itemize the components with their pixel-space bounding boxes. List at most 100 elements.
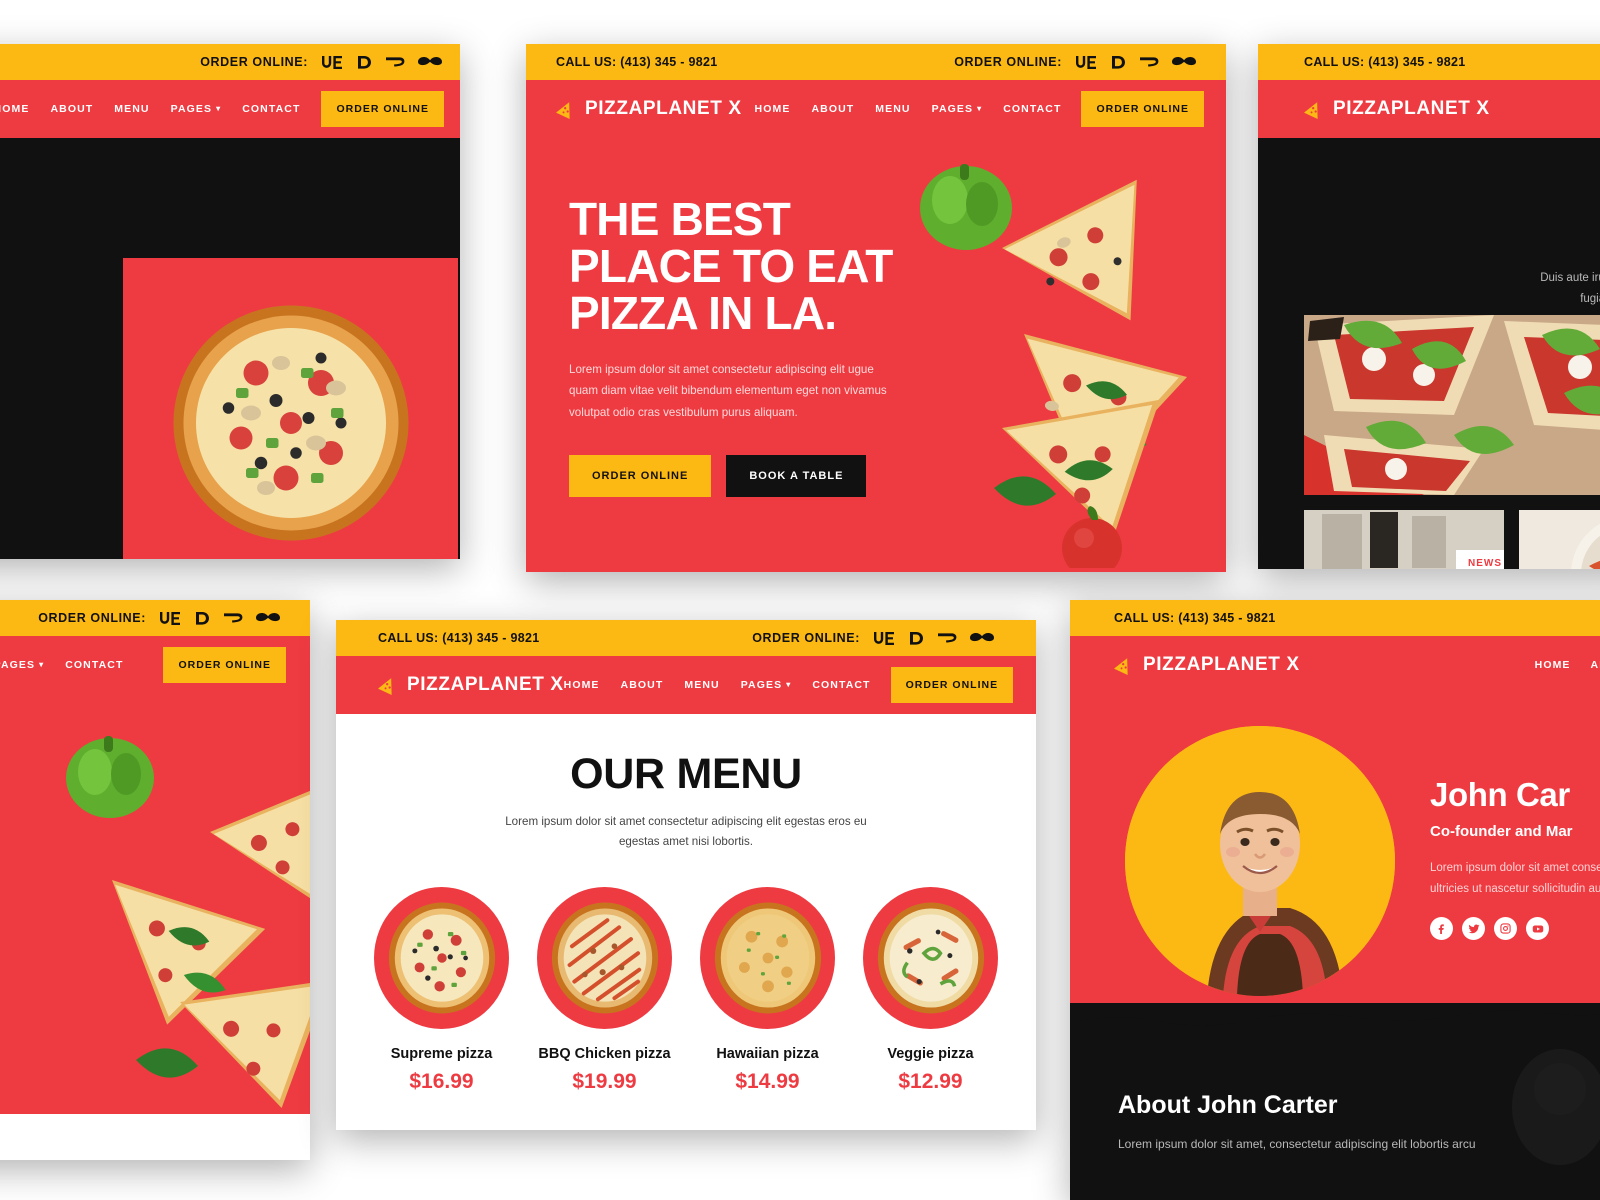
nav-item-about[interactable]: ABOUT <box>811 103 854 115</box>
team-member-name: John Car <box>1430 776 1570 813</box>
facebook-icon[interactable] <box>1430 917 1453 941</box>
instagram-icon[interactable] <box>1494 917 1517 941</box>
doordash-icon[interactable] <box>357 55 372 70</box>
history-heading: ORY ED 1984 <box>0 814 134 966</box>
top-utility-bar: CALL US: (413) 345 - 9821 ORDER ONLINE: <box>1070 600 1600 636</box>
nav-item-home[interactable]: HOME <box>564 679 600 691</box>
product-old-price: 9 USD <box>0 423 58 443</box>
product-image-frame <box>123 258 458 559</box>
nav-item-pages-label: PAGES <box>170 103 213 115</box>
order-online-group: ORDER ONLINE: <box>752 631 994 646</box>
nav-item-contact[interactable]: CONTACT <box>1003 103 1061 115</box>
hero-order-online-button[interactable]: ORDER ONLINE <box>569 455 712 498</box>
doordash-icon[interactable] <box>195 611 210 626</box>
decorative-chef-silhouette <box>1512 1049 1600 1165</box>
nav-item-home[interactable]: HOME <box>1535 659 1571 671</box>
main-navbar: ABOUT MENU PAGES▾ CONTACT ORDER ONLINE <box>0 636 310 694</box>
history-heading-line-3: 1984 <box>0 916 134 967</box>
blog-card-news[interactable]: PIZZA NEWS <box>1304 510 1504 569</box>
grubhub-icon[interactable] <box>970 632 994 644</box>
doordash-icon[interactable] <box>909 631 924 646</box>
nav-item-pages[interactable]: PAGES▾ <box>932 103 983 115</box>
order-online-button[interactable]: ORDER ONLINE <box>321 91 444 127</box>
nav-item-home[interactable]: HOME <box>0 103 29 115</box>
brand-logo[interactable]: PIZZAPLANET X <box>378 674 564 696</box>
basil-leaf <box>994 476 1056 506</box>
menu-item-price: $16.99 <box>409 1069 474 1093</box>
nav-right-group: HOME ABOUT MENU PAGES ▾ CONTACT ORDER ONL… <box>564 667 1014 703</box>
postmates-icon[interactable] <box>223 612 243 624</box>
postmates-icon[interactable] <box>1139 56 1159 68</box>
nav-item-pages[interactable]: PAGES▾ <box>171 103 222 115</box>
menu-item-name: BBQ Chicken pizza <box>538 1045 671 1062</box>
nav-item-menu[interactable]: MENU <box>875 103 910 115</box>
blog-subtitle-line-2: fugiat nulla <box>1580 292 1600 305</box>
twitter-icon[interactable] <box>1462 917 1485 941</box>
nav-item-contact[interactable]: CONTACT <box>242 103 300 115</box>
menu-item-image <box>700 886 835 1029</box>
menu-item-name: Hawaiian pizza <box>716 1045 819 1062</box>
grubhub-icon[interactable] <box>418 56 442 68</box>
nav-item-about[interactable]: ABOUT <box>50 103 93 115</box>
nav-links: HOME ABOUT MENU PAGES▾ CONTACT <box>755 103 1062 115</box>
postmates-icon[interactable] <box>385 56 405 68</box>
nav-item-contact[interactable]: CONTACT <box>65 659 123 671</box>
menu-item[interactable]: BBQ Chicken pizza $19.99 <box>537 886 672 1094</box>
panel-product-page: ORDER ONLINE: HOME ABOUT MENU PAGES▾ CON… <box>0 44 460 559</box>
menu-item[interactable]: Hawaiian pizza $14.99 <box>700 886 835 1094</box>
about-description: Lorem ipsum dolor sit amet, consectetur … <box>1118 1137 1476 1151</box>
doordash-icon[interactable] <box>1111 55 1126 70</box>
top-utility-bar: ORDER ONLINE: <box>0 600 310 636</box>
supreme-pizza-photo <box>173 305 408 541</box>
panel-blog-page: CALL US: (413) 345 - 9821 PIZZAPLANET X … <box>1258 44 1600 569</box>
grubhub-icon[interactable] <box>256 612 280 624</box>
call-us-label[interactable]: CALL US: (413) 345 - 9821 <box>556 55 718 69</box>
menu-item[interactable]: Supreme pizza $16.99 <box>374 886 509 1094</box>
nav-item-contact[interactable]: CONTACT <box>812 679 870 691</box>
uber-eats-icon[interactable] <box>873 631 896 645</box>
brand-logo[interactable]: PIZZAPLANET X <box>1114 654 1300 676</box>
team-member-role: Co-founder and Mar <box>1430 823 1573 840</box>
brand-logo[interactable]: PIZZAPLANET X <box>556 98 742 120</box>
nav-item-menu[interactable]: MENU <box>684 679 719 691</box>
team-member-info: John Car Co-founder and Mar Lorem ipsum … <box>1430 776 1600 941</box>
blog-card-secondary[interactable] <box>1519 510 1600 569</box>
nav-item-menu[interactable]: MENU <box>114 103 149 115</box>
main-navbar: PIZZAPLANET X HOME ABOUT MENU PAGES ▾ CON… <box>526 80 1226 138</box>
youtube-icon[interactable] <box>1526 917 1549 941</box>
hero-paragraph: Lorem ipsum dolor sit amet consectetur a… <box>569 362 887 419</box>
menu-item-image <box>537 886 672 1029</box>
history-desc-line-2: amus volutpat odio cras <box>0 1009 134 1030</box>
nav-item-pages-label: PAGES <box>740 679 783 691</box>
delivery-services <box>321 55 442 70</box>
order-online-button[interactable]: ORDER ONLINE <box>890 667 1014 703</box>
team-member-description: Lorem ipsum dolor sit amet conse volutpa… <box>1430 862 1600 895</box>
uber-eats-icon[interactable] <box>159 611 182 625</box>
nav-item-home[interactable]: HOME <box>755 103 791 115</box>
avatar <box>1125 726 1395 996</box>
social-links <box>1430 917 1600 941</box>
panel-team-member-page: CALL US: (413) 345 - 9821 ORDER ONLINE: … <box>1070 600 1600 1200</box>
menu-item[interactable]: Veggie pizza $12.99 <box>863 886 998 1094</box>
menu-item-price: $12.99 <box>898 1069 963 1093</box>
uber-eats-icon[interactable] <box>1075 55 1098 69</box>
call-us-label[interactable]: CALL US: (413) 345 - 9821 <box>1304 55 1466 69</box>
grubhub-icon[interactable] <box>1172 56 1196 68</box>
blog-featured-card[interactable]: ARTICLES <box>1304 315 1600 495</box>
nav-item-pages[interactable]: PAGES▾ <box>741 679 792 691</box>
nav-item-pages[interactable]: PAGES▾ <box>0 659 44 671</box>
order-online-button[interactable]: ORDER ONLINE <box>1081 91 1204 127</box>
nav-item-about[interactable]: ABOUT <box>1591 659 1600 671</box>
main-navbar: PIZZAPLANET X <box>1258 80 1600 138</box>
postmates-icon[interactable] <box>937 632 957 644</box>
hero-book-table-button[interactable]: BOOK A TABLE <box>726 455 867 498</box>
call-us-label[interactable]: CALL US: (413) 345 - 9821 <box>1114 611 1276 625</box>
order-online-button[interactable]: ORDER ONLINE <box>163 647 286 683</box>
nav-item-about[interactable]: ABOUT <box>621 679 664 691</box>
history-copy: ORY ED 1984 cing elit ugue quam diam amu… <box>0 814 134 1050</box>
badge-news[interactable]: NEWS <box>1456 550 1504 569</box>
call-us-label[interactable]: CALL US: (413) 345 - 9821 <box>378 631 540 645</box>
uber-eats-icon[interactable] <box>321 55 344 69</box>
brand-logo[interactable]: PIZZAPLANET X <box>1304 98 1490 120</box>
hawaiian-pizza-icon <box>714 902 821 1014</box>
